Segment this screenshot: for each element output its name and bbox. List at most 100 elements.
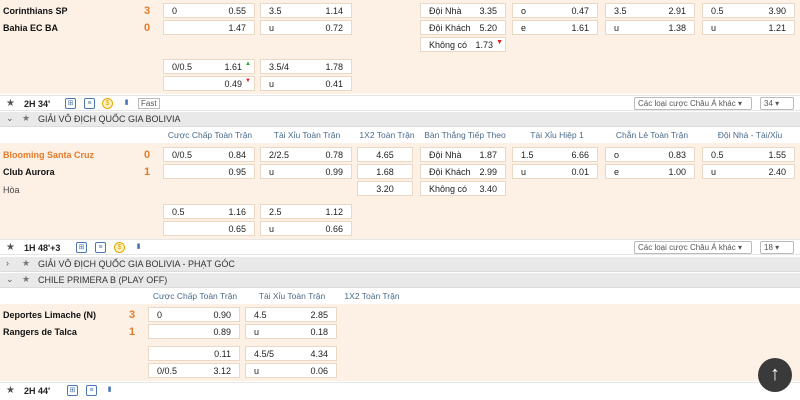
oe-cell[interactable]: e 1.00 [605, 164, 695, 179]
stats-grid-icon[interactable]: ⊞ [76, 242, 87, 253]
next-goal-cell[interactable]: Đội Nhà 3.35 [420, 3, 506, 18]
col-header: Tài Xỉu Toàn Trận [258, 291, 326, 301]
scroll-top-icon[interactable]: ↑ [758, 358, 792, 392]
home-ou-cell[interactable]: 0.5 3.90 [702, 3, 795, 18]
next-goal-cell[interactable]: Không có 3.40 [420, 181, 506, 196]
oe-cell[interactable]: e 1.61 [512, 20, 598, 35]
hcap-cell[interactable]: 1.47 [163, 20, 255, 35]
hcap-cell[interactable]: 0.5 1.16 [163, 204, 255, 219]
match-toolbar: ★ 2H 44' ⊞ ≡ ▮ [0, 382, 800, 400]
chart-icon[interactable]: ▮ [121, 98, 132, 109]
home-team[interactable]: Blooming Santa Cruz [3, 150, 94, 160]
match-row-3: Deportes Limache (N) 3 Rangers de Talca … [0, 304, 800, 381]
star-icon[interactable]: ★ [22, 113, 30, 124]
star-icon[interactable]: ★ [6, 242, 15, 253]
col-header: 1X2 Toàn Trận [344, 291, 400, 301]
hcap-cell[interactable]: 0.65 [163, 221, 255, 236]
chart-icon[interactable]: ▮ [133, 242, 144, 253]
bet-type-select[interactable]: Các loại cược Châu Á khác ▾ [634, 241, 752, 254]
coin-icon[interactable]: $ [114, 242, 125, 253]
col-header: Cược Chấp Toàn Trận [167, 130, 253, 140]
away-team[interactable]: Bahia EC BA [3, 23, 58, 33]
home-ou-cell[interactable]: 0.5 1.55 [702, 147, 795, 162]
home-ou-cell[interactable]: u 2.40 [702, 164, 795, 179]
ou-cell[interactable]: u 0.99 [260, 164, 352, 179]
chevron-down-icon: ⌄ [6, 113, 14, 123]
home-ou-cell[interactable]: u 1.21 [702, 20, 795, 35]
ou-cell[interactable]: u 0.72 [260, 20, 352, 35]
hcap-cell[interactable]: 0/0.5 0.84 [163, 147, 255, 162]
bet-type-select[interactable]: Các loại cược Châu Á khác ▾ [634, 97, 752, 110]
league-header[interactable]: ⌄ ★ GIẢI VÔ ĐỊCH QUỐC GIA BOLIVIA [0, 112, 800, 127]
ou-cell[interactable]: 3.5/4 1.78 [260, 59, 352, 74]
half-ou-cell[interactable]: u 1.38 [605, 20, 695, 35]
count-select[interactable]: 34 ▾ [760, 97, 794, 110]
hcap-cell[interactable]: 0 0.55 [163, 3, 255, 18]
away-score: 0 [144, 22, 151, 34]
half-ou-cell[interactable]: u 0.01 [512, 164, 598, 179]
home-score: 3 [129, 309, 136, 321]
ou-cell[interactable]: 2/2.5 0.78 [260, 147, 352, 162]
ou-cell[interactable]: u 0.18 [245, 324, 337, 339]
away-team[interactable]: Club Aurora [3, 167, 55, 177]
fast-button[interactable]: Fast [138, 98, 160, 109]
hcap-cell[interactable]: 0.89 [148, 324, 240, 339]
x12-cell[interactable]: 4.65 [357, 147, 413, 162]
stats-grid-icon[interactable]: ⊞ [65, 98, 76, 109]
coin-icon[interactable]: $ [102, 98, 113, 109]
hcap-cell[interactable]: 0.11 [148, 346, 240, 361]
oe-cell[interactable]: o 0.47 [512, 3, 598, 18]
hcap-cell[interactable]: 0 0.90 [148, 307, 240, 322]
stats-grid-icon[interactable]: ⊞ [67, 385, 78, 396]
list-icon[interactable]: ≡ [86, 385, 97, 396]
ou-cell[interactable]: u 0.06 [245, 363, 337, 378]
away-score: 1 [129, 326, 136, 338]
match-toolbar: ★ 2H 34' ⊞ ≡ $ ▮ Fast Các loại cược Châu… [0, 95, 800, 111]
column-headers: Cược Chấp Toàn Trận Tài Xỉu Toàn Trận 1X… [0, 128, 800, 143]
hcap-cell[interactable]: 0/0.5 1.61 ▲ [163, 59, 255, 74]
col-header: Tài Xỉu Toàn Trận [273, 130, 341, 140]
home-score: 0 [144, 149, 151, 161]
ou-cell[interactable]: u 0.41 [260, 76, 352, 91]
list-icon[interactable]: ≡ [95, 242, 106, 253]
league-header[interactable]: ⌄ ★ CHILE PRIMERA B (PLAY OFF) [0, 273, 800, 288]
ou-cell[interactable]: u 0.66 [260, 221, 352, 236]
down-arrow-icon: ▼ [496, 39, 503, 46]
match-time: 1H 48'+3 [24, 243, 61, 253]
home-score: 3 [144, 5, 151, 17]
hcap-cell[interactable]: 0.95 [163, 164, 255, 179]
ou-cell[interactable]: 4.5/5 4.34 [245, 346, 337, 361]
x12-cell[interactable]: 3.20 [357, 181, 413, 196]
col-header: Đội Nhà - Tài/Xỉu [717, 130, 783, 140]
next-goal-cell[interactable]: Đội Khách 2.99 [420, 164, 506, 179]
ou-cell[interactable]: 4.5 2.85 [245, 307, 337, 322]
star-icon[interactable]: ★ [22, 258, 30, 269]
list-icon[interactable]: ≡ [84, 98, 95, 109]
next-goal-cell[interactable]: Không có 1.73 ▼ [420, 37, 506, 52]
col-header: 1X2 Toàn Trận [359, 130, 415, 140]
column-headers: Cược Chấp Toàn Trận Tài Xỉu Toàn Trận 1X… [0, 289, 800, 304]
away-team[interactable]: Rangers de Talca [3, 327, 77, 337]
next-goal-cell[interactable]: Đội Khách 5.20 [420, 20, 506, 35]
ou-cell[interactable]: 2.5 1.12 [260, 204, 352, 219]
next-goal-cell[interactable]: Đội Nhà 1.87 [420, 147, 506, 162]
count-select[interactable]: 18 ▾ [760, 241, 794, 254]
star-icon[interactable]: ★ [22, 274, 30, 285]
match-row-1: Corinthians SP 3 Bahia EC BA 0 0 0.55 3.5… [0, 0, 800, 94]
half-ou-cell[interactable]: 1.5 6.66 [512, 147, 598, 162]
draw-label: Hòa [3, 185, 20, 195]
oe-cell[interactable]: o 0.83 [605, 147, 695, 162]
home-team[interactable]: Deportes Limache (N) [3, 310, 96, 320]
up-arrow-icon: ▲ [245, 61, 251, 67]
x12-cell[interactable]: 1.68 [357, 164, 413, 179]
chart-icon[interactable]: ▮ [104, 385, 115, 396]
star-icon[interactable]: ★ [6, 385, 15, 396]
away-score: 1 [144, 166, 151, 178]
half-ou-cell[interactable]: 3.5 2.91 [605, 3, 695, 18]
league-header[interactable]: › ★ GIẢI VÔ ĐỊCH QUỐC GIA BOLIVIA - PHẠT… [0, 257, 800, 272]
home-team[interactable]: Corinthians SP [3, 6, 68, 16]
ou-cell[interactable]: 3.5 1.14 [260, 3, 352, 18]
hcap-cell[interactable]: 0.49 ▼ [163, 76, 255, 91]
hcap-cell[interactable]: 0/0.5 3.12 [148, 363, 240, 378]
star-icon[interactable]: ★ [6, 98, 15, 109]
